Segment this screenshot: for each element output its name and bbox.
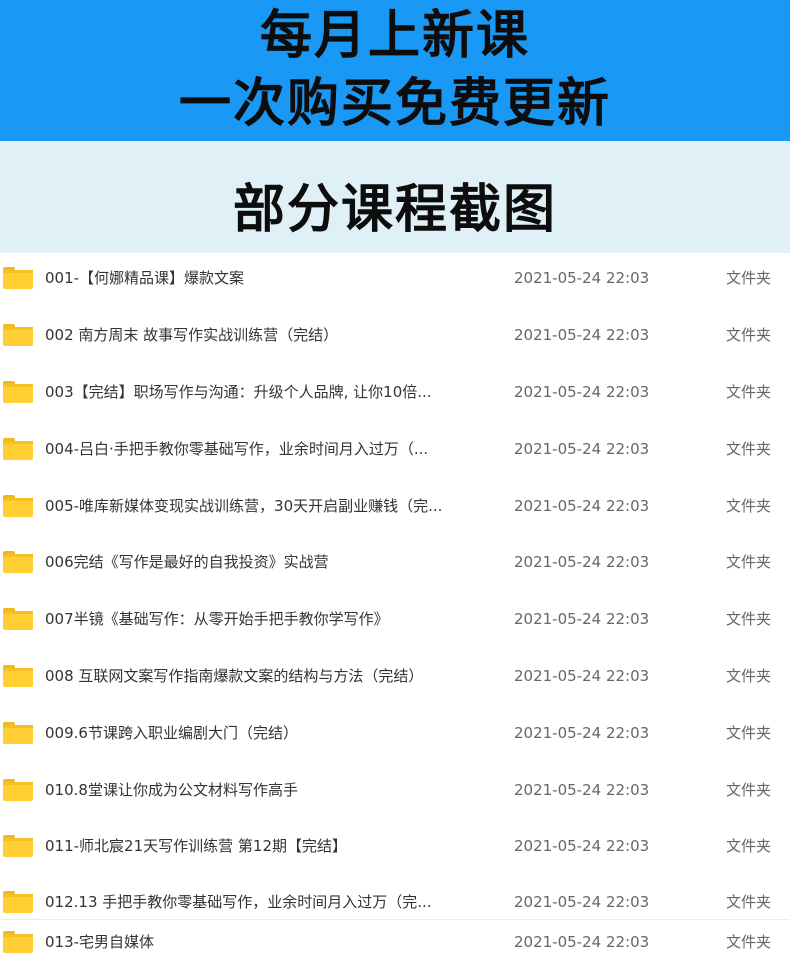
section-title: 部分课程截图 [232, 180, 557, 240]
file-modified-date: 2021-05-24 22:03 [514, 553, 650, 571]
file-modified-date: 2021-05-24 22:03 [514, 383, 650, 401]
file-row[interactable]: 011-师北宸21天写作训练营 第12期【完结】 2021-05-24 22:03… [0, 825, 790, 865]
file-name[interactable]: 004-吕白·手把手教你零基础写作，业余时间月入过万（... [45, 438, 505, 460]
file-name[interactable]: 007半镜《基础写作：从零开始手把手教你学写作》 [45, 608, 505, 630]
file-modified-date: 2021-05-24 22:03 [514, 933, 650, 951]
file-type: 文件夹 [726, 837, 772, 855]
folder-icon [3, 722, 33, 744]
file-row[interactable]: 002 南方周末 故事写作实战训练营（完结） 2021-05-24 22:03 文件… [0, 314, 790, 354]
banner-headline: 每月上新课 [259, 6, 530, 66]
file-row[interactable]: 012.13 手把手教你零基础写作，业余时间月入过万（完... 2021-05-2… [0, 881, 790, 921]
file-type: 文件夹 [726, 893, 772, 911]
file-type: 文件夹 [726, 553, 772, 571]
file-name[interactable]: 005-唯库新媒体变现实战训练营，30天开启副业赚钱（完... [45, 495, 505, 517]
banner-subheadline: 一次购买免费更新 [178, 74, 611, 134]
row-divider [0, 919, 790, 920]
promo-banner: 每月上新课 一次购买免费更新 [0, 0, 790, 141]
file-row[interactable]: 004-吕白·手把手教你零基础写作，业余时间月入过万（... 2021-05-24… [0, 428, 790, 468]
file-row[interactable]: 003【完结】职场写作与沟通：升级个人品牌, 让你10倍... 2021-05-2… [0, 371, 790, 411]
file-modified-date: 2021-05-24 22:03 [514, 440, 650, 458]
file-name[interactable]: 003【完结】职场写作与沟通：升级个人品牌, 让你10倍... [45, 381, 505, 403]
folder-icon [3, 891, 33, 913]
folder-icon [3, 267, 33, 289]
file-name[interactable]: 011-师北宸21天写作训练营 第12期【完结】 [45, 835, 505, 857]
file-type: 文件夹 [726, 440, 772, 458]
folder-icon [3, 779, 33, 801]
file-modified-date: 2021-05-24 22:03 [514, 610, 650, 628]
folder-icon [3, 608, 33, 630]
file-type: 文件夹 [726, 610, 772, 628]
file-type: 文件夹 [726, 724, 772, 742]
file-row[interactable]: 008 互联网文案写作指南爆款文案的结构与方法（完结） 2021-05-24 22… [0, 655, 790, 695]
file-modified-date: 2021-05-24 22:03 [514, 781, 650, 799]
file-row[interactable]: 010.8堂课让你成为公文材料写作高手 2021-05-24 22:03 文件夹 [0, 769, 790, 809]
file-modified-date: 2021-05-24 22:03 [514, 326, 650, 344]
file-type: 文件夹 [726, 326, 772, 344]
file-type: 文件夹 [726, 781, 772, 799]
file-list: 001-【何娜精品课】爆款文案 2021-05-24 22:03 文件夹 002 南方… [0, 253, 790, 976]
file-name[interactable]: 013-宅男自媒体 [45, 931, 505, 953]
folder-icon [3, 324, 33, 346]
folder-icon [3, 438, 33, 460]
file-type: 文件夹 [726, 383, 772, 401]
folder-icon [3, 381, 33, 403]
file-name[interactable]: 009.6节课跨入职业编剧大门（完结） [45, 722, 505, 744]
file-modified-date: 2021-05-24 22:03 [514, 667, 650, 685]
file-row[interactable]: 013-宅男自媒体 2021-05-24 22:03 文件夹 [0, 921, 790, 961]
file-name[interactable]: 001-【何娜精品课】爆款文案 [45, 267, 505, 289]
file-modified-date: 2021-05-24 22:03 [514, 497, 650, 515]
file-modified-date: 2021-05-24 22:03 [514, 837, 650, 855]
file-row[interactable]: 009.6节课跨入职业编剧大门（完结） 2021-05-24 22:03 文件夹 [0, 712, 790, 752]
file-type: 文件夹 [726, 667, 772, 685]
folder-icon [3, 495, 33, 517]
folder-icon [3, 665, 33, 687]
file-row[interactable]: 001-【何娜精品课】爆款文案 2021-05-24 22:03 文件夹 [0, 257, 790, 297]
file-type: 文件夹 [726, 497, 772, 515]
file-modified-date: 2021-05-24 22:03 [514, 893, 650, 911]
file-modified-date: 2021-05-24 22:03 [514, 269, 650, 287]
file-name[interactable]: 006完结《写作是最好的自我投资》实战营 [45, 551, 505, 573]
file-type: 文件夹 [726, 269, 772, 287]
file-row[interactable]: 005-唯库新媒体变现实战训练营，30天开启副业赚钱（完... 2021-05-2… [0, 485, 790, 525]
file-name[interactable]: 010.8堂课让你成为公文材料写作高手 [45, 779, 505, 801]
file-name[interactable]: 012.13 手把手教你零基础写作，业余时间月入过万（完... [45, 891, 505, 913]
folder-icon [3, 835, 33, 857]
file-name[interactable]: 008 互联网文案写作指南爆款文案的结构与方法（完结） [45, 665, 505, 687]
file-name[interactable]: 002 南方周末 故事写作实战训练营（完结） [45, 324, 505, 346]
file-row[interactable]: 007半镜《基础写作：从零开始手把手教你学写作》 2021-05-24 22:03… [0, 598, 790, 638]
folder-icon [3, 551, 33, 573]
file-modified-date: 2021-05-24 22:03 [514, 724, 650, 742]
folder-icon [3, 931, 33, 953]
file-row[interactable]: 006完结《写作是最好的自我投资》实战营 2021-05-24 22:03 文件夹 [0, 541, 790, 581]
file-type: 文件夹 [726, 933, 772, 951]
